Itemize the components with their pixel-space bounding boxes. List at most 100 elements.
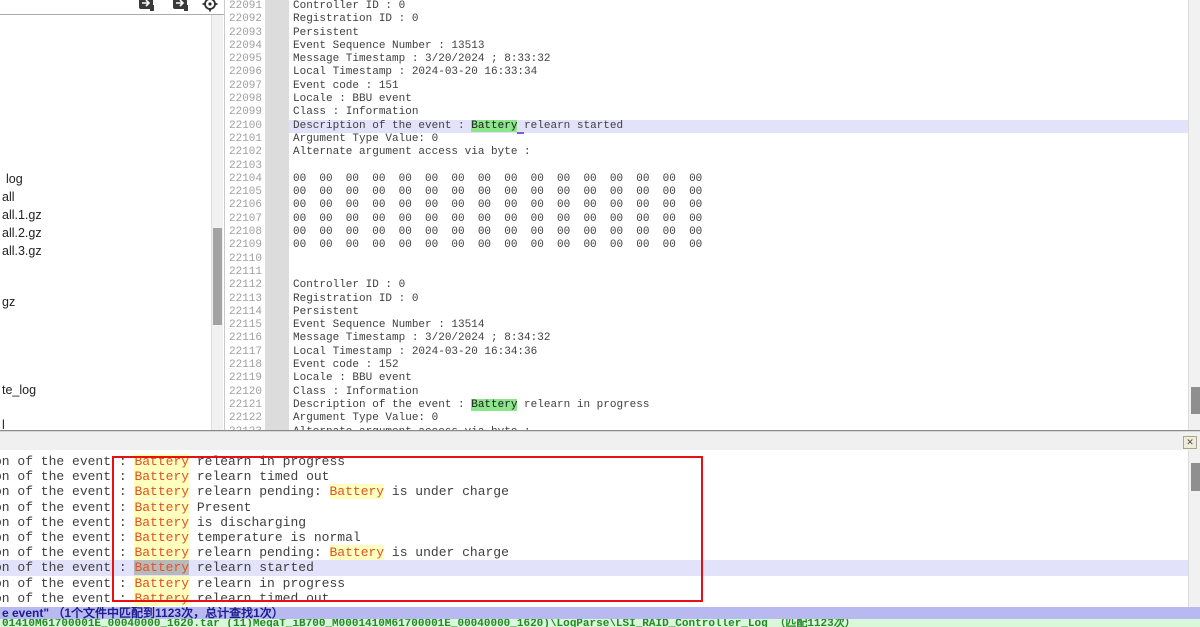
result-prefix: on of the event : bbox=[0, 591, 134, 606]
log-line-22112[interactable]: 22112Controller ID : 0 bbox=[226, 279, 1188, 292]
result-row-10[interactable]: on of the event : Battery relearn timed … bbox=[0, 591, 1194, 606]
line-text: Registration ID : 0 bbox=[289, 293, 1188, 306]
log-text: Registration ID : 0 bbox=[293, 293, 418, 305]
log-line-22095[interactable]: 22095Message Timestamp : 3/20/2024 ; 8:3… bbox=[226, 53, 1188, 66]
log-text: is under charge bbox=[384, 545, 509, 560]
tree-item-gz[interactable]: gz bbox=[2, 295, 15, 310]
results-scrollbar-thumb[interactable] bbox=[1191, 463, 1200, 491]
log-line-22119[interactable]: 22119Locale : BBU event bbox=[226, 372, 1188, 385]
result-row-4[interactable]: on of the event : Battery Present bbox=[0, 500, 1194, 515]
log-line-22105[interactable]: 2210500 00 00 00 00 00 00 00 00 00 00 00… bbox=[226, 186, 1188, 199]
log-text: Event Sequence Number : 13514 bbox=[293, 319, 484, 331]
log-line-22117[interactable]: 22117Local Timestamp : 2024-03-20 16:34:… bbox=[226, 346, 1188, 359]
log-line-22094[interactable]: 22094Event Sequence Number : 13513 bbox=[226, 40, 1188, 53]
result-row-9[interactable]: on of the event : Battery relearn in pro… bbox=[0, 576, 1194, 591]
result-row-3[interactable]: on of the event : Battery relearn pendin… bbox=[0, 484, 1194, 499]
log-line-22099[interactable]: 22099Class : Information bbox=[226, 106, 1188, 119]
log-line-22106[interactable]: 2210600 00 00 00 00 00 00 00 00 00 00 00… bbox=[226, 199, 1188, 212]
tree-item-te-log[interactable]: te_log bbox=[2, 383, 36, 398]
log-text: Local Timestamp : 2024-03-20 16:34:36 bbox=[293, 346, 537, 358]
editor-scrollbar-thumb[interactable] bbox=[1191, 387, 1200, 414]
line-text: Persistent bbox=[289, 27, 1188, 40]
tree-item-all[interactable]: all bbox=[2, 190, 15, 205]
log-line-22109[interactable]: 2210900 00 00 00 00 00 00 00 00 00 00 00… bbox=[226, 239, 1188, 252]
log-line-22108[interactable]: 2210800 00 00 00 00 00 00 00 00 00 00 00… bbox=[226, 226, 1188, 239]
log-line-22104[interactable]: 2210400 00 00 00 00 00 00 00 00 00 00 00… bbox=[226, 173, 1188, 186]
results-scrollbar[interactable] bbox=[1188, 450, 1200, 607]
match-highlight: Battery bbox=[329, 484, 384, 499]
editor-scrollbar[interactable] bbox=[1188, 0, 1200, 431]
line-text: Alternate argument access via byte : bbox=[289, 146, 1188, 159]
line-number: 22097 bbox=[226, 80, 265, 93]
log-line-22121[interactable]: 22121Description of the event : Battery … bbox=[226, 399, 1188, 412]
log-line-22122[interactable]: 22122Argument Type Value: 0 bbox=[226, 412, 1188, 425]
line-number: 22111 bbox=[226, 266, 265, 279]
log-line-22102[interactable]: 22102Alternate argument access via byte … bbox=[226, 146, 1188, 159]
log-line-22120[interactable]: 22120Class : Information bbox=[226, 386, 1188, 399]
file-tree-scrollbar-thumb[interactable] bbox=[213, 228, 222, 325]
log-line-22092[interactable]: 22092 Registration ID : 0 bbox=[226, 13, 1188, 26]
log-line-22098[interactable]: 22098Locale : BBU event bbox=[226, 93, 1188, 106]
match-highlight: Battery bbox=[134, 484, 189, 499]
gutter-margin bbox=[265, 346, 289, 359]
result-prefix: on of the event : bbox=[0, 515, 134, 530]
locate-target-icon[interactable] bbox=[201, 0, 219, 13]
log-line-22091[interactable]: 22091Controller ID : 0 bbox=[226, 0, 1188, 13]
result-prefix: on of the event : bbox=[0, 560, 134, 575]
log-text: 00 00 00 00 00 00 00 00 00 00 00 00 00 0… bbox=[293, 213, 702, 225]
tree-item-all-3-gz[interactable]: all.3.gz bbox=[2, 244, 42, 259]
gutter-margin bbox=[265, 173, 289, 186]
result-row-6[interactable]: on of the event : Battery temperature is… bbox=[0, 530, 1194, 545]
line-number: 22094 bbox=[226, 40, 265, 53]
log-line-22093[interactable]: 22093Persistent bbox=[226, 27, 1188, 40]
log-line-22107[interactable]: 2210700 00 00 00 00 00 00 00 00 00 00 00… bbox=[226, 213, 1188, 226]
log-line-22111[interactable]: 22111 bbox=[226, 266, 1188, 279]
log-action-icon-2[interactable] bbox=[172, 0, 190, 13]
tree-item-all-2-gz[interactable]: all.2.gz bbox=[2, 226, 42, 241]
log-text: Class : Information bbox=[293, 106, 418, 118]
log-line-22114[interactable]: 22114Persistent bbox=[226, 306, 1188, 319]
log-text: relearn pending: bbox=[189, 545, 329, 560]
log-text: 00 00 00 00 00 00 00 00 00 00 00 00 00 0… bbox=[293, 186, 702, 198]
log-editor[interactable]: 22091Controller ID : 022092 Registration … bbox=[226, 0, 1188, 431]
line-text: 00 00 00 00 00 00 00 00 00 00 00 00 00 0… bbox=[289, 199, 1188, 212]
log-line-22101[interactable]: 22101Argument Type Value: 0 bbox=[226, 133, 1188, 146]
result-row-5[interactable]: on of the event : Battery is discharging bbox=[0, 515, 1194, 530]
line-text: 00 00 00 00 00 00 00 00 00 00 00 00 00 0… bbox=[289, 213, 1188, 226]
line-number: 22120 bbox=[226, 386, 265, 399]
line-number: 22092 bbox=[226, 13, 265, 26]
log-line-22113[interactable]: 22113Registration ID : 0 bbox=[226, 293, 1188, 306]
result-row-7[interactable]: on of the event : Battery relearn pendin… bbox=[0, 545, 1194, 560]
result-row-8[interactable]: on of the event : Battery relearn starte… bbox=[0, 560, 1194, 575]
file-tree-scrollbar[interactable] bbox=[211, 15, 223, 431]
line-number: 22100 bbox=[226, 120, 265, 133]
line-text: Message Timestamp : 3/20/2024 ; 8:34:32 bbox=[289, 332, 1188, 345]
log-line-22103[interactable]: 22103 bbox=[226, 160, 1188, 173]
gutter-margin bbox=[265, 160, 289, 173]
line-text: Registration ID : 0 bbox=[289, 13, 1188, 26]
result-prefix: on of the event : bbox=[0, 469, 134, 484]
file-tree-panel[interactable]: logallall.1.gzall.2.gzall.3.gzgzte_logll… bbox=[0, 15, 211, 431]
gutter-margin bbox=[265, 27, 289, 40]
log-text: Controller ID : 0 bbox=[293, 279, 405, 291]
log-line-22096[interactable]: 22096Local Timestamp : 2024-03-20 16:33:… bbox=[226, 66, 1188, 79]
line-text: Event code : 152 bbox=[289, 359, 1188, 372]
gutter-margin bbox=[265, 293, 289, 306]
log-line-22110[interactable]: 22110 bbox=[226, 253, 1188, 266]
log-line-22116[interactable]: 22116Message Timestamp : 3/20/2024 ; 8:3… bbox=[226, 332, 1188, 345]
log-line-22100[interactable]: 22100Description of the event : Battery … bbox=[226, 120, 1188, 133]
tree-item-log[interactable]: log bbox=[6, 172, 23, 187]
log-action-icon-1[interactable] bbox=[138, 0, 156, 13]
result-row-1[interactable]: on of the event : Battery relearn in pro… bbox=[0, 454, 1194, 469]
tree-item-all-1-gz[interactable]: all.1.gz bbox=[2, 208, 42, 223]
line-number: 22104 bbox=[226, 173, 265, 186]
result-row-2[interactable]: on of the event : Battery relearn timed … bbox=[0, 469, 1194, 484]
match-summary-text: e event" （1个文件中匹配到1123次，总计查找1次） bbox=[2, 607, 284, 619]
close-results-button[interactable]: ✕ bbox=[1183, 436, 1197, 449]
log-line-22097[interactable]: 22097Event code : 151 bbox=[226, 80, 1188, 93]
search-results-panel[interactable]: on of the event : Battery relearn in pro… bbox=[0, 450, 1194, 611]
log-line-22115[interactable]: 22115Event Sequence Number : 13514 bbox=[226, 319, 1188, 332]
match-highlight: Battery bbox=[134, 454, 189, 469]
log-line-22118[interactable]: 22118Event code : 152 bbox=[226, 359, 1188, 372]
line-text: Controller ID : 0 bbox=[289, 279, 1188, 292]
